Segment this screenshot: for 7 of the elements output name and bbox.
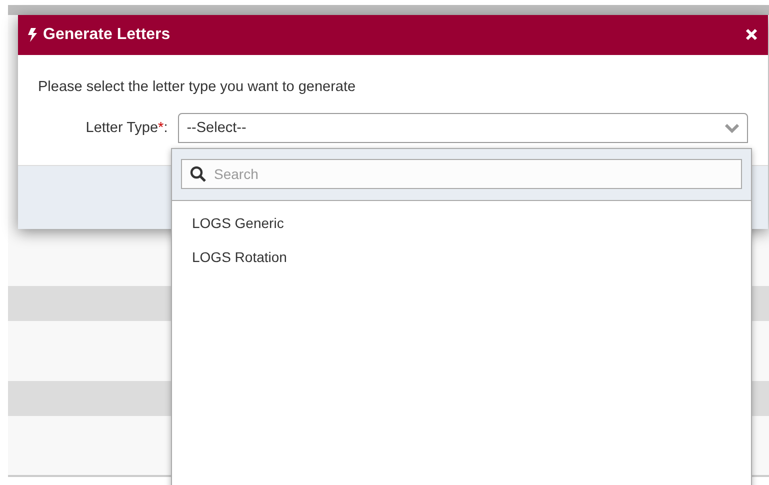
dropdown-option[interactable]: LOGS Generic — [172, 206, 751, 240]
dropdown-option[interactable]: LOGS Rotation — [172, 240, 751, 274]
dialog-title: Generate Letters — [43, 26, 170, 44]
field-label: Letter Type*: — [84, 120, 169, 136]
letter-type-select[interactable]: --Select-- — [178, 113, 748, 143]
search-field[interactable]: Search — [181, 159, 742, 189]
instruction-text: Please select the letter type you want to generate — [38, 79, 357, 95]
